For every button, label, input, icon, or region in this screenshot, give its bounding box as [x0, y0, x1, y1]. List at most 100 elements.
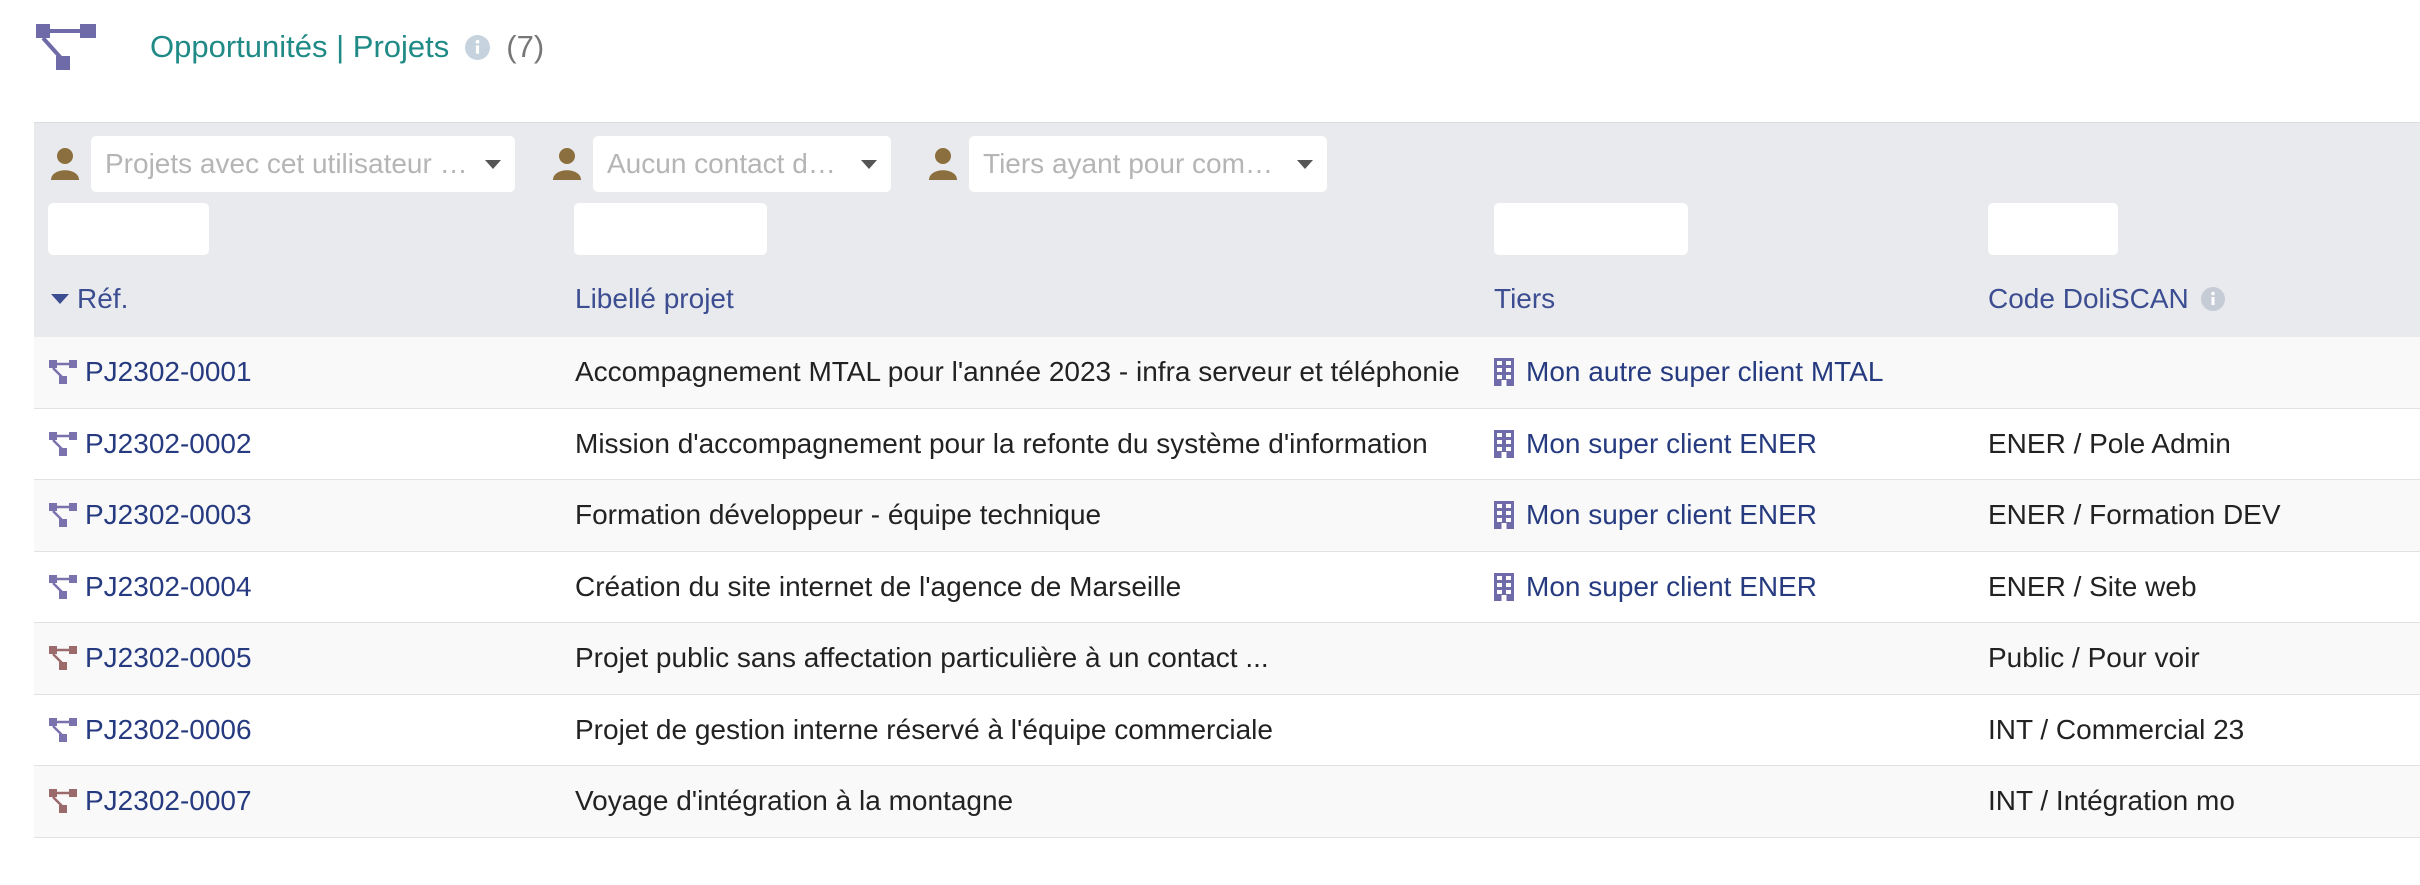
thirdparty-link[interactable]: Mon super client ENER	[1526, 499, 1817, 531]
filter-panel: Projets avec cet utilisateur comme conta…	[34, 122, 2420, 337]
column-header-code[interactable]: Code DoliSCAN	[1988, 271, 2225, 327]
code-search-input[interactable]	[1988, 203, 2118, 255]
project-ref-link[interactable]: PJ2302-0005	[85, 642, 252, 674]
thirdparty-cell: Mon autre super client MTAL	[1494, 337, 1974, 407]
project-contact-select[interactable]: Aucun contact de projet	[593, 136, 891, 192]
label-cell: Accompagnement MTAL pour l'année 2023 - …	[575, 337, 1485, 407]
thirdparty-cell: Mon super client ENER	[1494, 409, 1974, 479]
thirdparty-search-input[interactable]	[1494, 203, 1688, 255]
project-ref-link[interactable]: PJ2302-0001	[85, 356, 252, 388]
select-filters: Projets avec cet utilisateur comme conta…	[34, 136, 2420, 192]
thirdparty-filter: Tiers ayant pour commercial	[928, 136, 1327, 192]
ref-cell: PJ2302-0002	[48, 409, 558, 479]
sort-desc-icon	[51, 294, 69, 304]
ref-search-input[interactable]	[48, 203, 209, 255]
table-row: PJ2302-0003 Formation développeur - équi…	[34, 480, 2420, 552]
project-icon	[49, 503, 77, 527]
code-cell: INT / Intégration mo	[1988, 766, 2420, 836]
project-label: Projet public sans affectation particuli…	[575, 642, 1269, 673]
page-title[interactable]: Opportunités | Projets	[150, 29, 449, 65]
project-ref-link[interactable]: PJ2302-0004	[85, 571, 252, 603]
doliscan-code: ENER / Formation DEV	[1988, 499, 2281, 530]
label-search-input[interactable]	[574, 203, 767, 255]
ref-cell: PJ2302-0001	[48, 337, 558, 407]
column-header-ref[interactable]: Réf.	[51, 271, 128, 327]
code-cell	[1988, 337, 2420, 407]
thirdparty-link[interactable]: Mon super client ENER	[1526, 428, 1817, 460]
page-header: Opportunités | Projets (7)	[34, 22, 544, 72]
building-icon	[1494, 501, 1514, 529]
label-cell: Projet public sans affectation particuli…	[575, 623, 1485, 693]
ref-cell: PJ2302-0007	[48, 766, 558, 836]
project-icon	[49, 717, 77, 742]
user-icon	[51, 148, 79, 180]
doliscan-code: ENER / Pole Admin	[1988, 427, 2231, 459]
page: Opportunités | Projets (7) Projets avec …	[0, 0, 2420, 885]
project-ref-link[interactable]: PJ2302-0007	[85, 785, 252, 817]
table-row: PJ2302-0005 Projet public sans affectati…	[34, 623, 2420, 695]
label-cell: Création du site internet de l'agence de…	[575, 552, 1485, 622]
user-filter: Projets avec cet utilisateur comme conta…	[50, 136, 515, 192]
column-header-label[interactable]: Libellé projet	[575, 271, 734, 327]
sales-rep-select[interactable]: Tiers ayant pour commercial	[969, 136, 1327, 192]
project-ref-link[interactable]: PJ2302-0003	[85, 499, 252, 531]
projects-table: Projets avec cet utilisateur comme conta…	[34, 122, 2420, 838]
thirdparty-cell	[1494, 623, 1974, 693]
project-ref-link[interactable]: PJ2302-0006	[85, 714, 252, 746]
info-icon[interactable]	[2200, 287, 2225, 311]
project-label: Accompagnement MTAL pour l'année 2023 - …	[575, 356, 1460, 387]
thirdparty-link[interactable]: Mon autre super client MTAL	[1526, 356, 1883, 388]
doliscan-code: INT / Commercial 23	[1988, 713, 2245, 745]
doliscan-code: Public / Pour voir	[1988, 642, 2200, 673]
user-icon	[553, 148, 581, 180]
label-cell: Formation développeur - équipe technique	[575, 480, 1485, 550]
label-cell: Projet de gestion interne réservé à l'éq…	[575, 695, 1485, 765]
contact-filter: Aucun contact de projet	[552, 136, 891, 192]
project-icon	[49, 431, 77, 456]
project-tree-icon	[36, 24, 96, 70]
table-row: PJ2302-0001 Accompagnement MTAL pour l'a…	[34, 337, 2420, 409]
building-icon	[1494, 429, 1514, 458]
label-cell: Mission d'accompagnement pour la refonte…	[575, 409, 1485, 479]
project-ref-link[interactable]: PJ2302-0002	[85, 428, 252, 460]
info-icon[interactable]	[465, 34, 491, 60]
code-cell: ENER / Formation DEV	[1988, 480, 2420, 550]
table-body: PJ2302-0001 Accompagnement MTAL pour l'a…	[34, 337, 2420, 838]
chevron-down-icon	[1297, 159, 1313, 169]
ref-cell: PJ2302-0004	[48, 552, 558, 622]
project-label: Formation développeur - équipe technique	[575, 499, 1102, 530]
doliscan-code: ENER / Site web	[1988, 570, 2197, 602]
search-inputs	[34, 203, 2420, 255]
table-row: PJ2302-0002 Mission d'accompagnement pou…	[34, 408, 2420, 480]
table-row: PJ2302-0004 Création du site internet de…	[34, 551, 2420, 623]
code-cell: ENER / Site web	[1988, 552, 2420, 622]
thirdparty-cell: Mon super client ENER	[1494, 480, 1974, 550]
project-icon	[49, 574, 77, 599]
table-row: PJ2302-0006 Projet de gestion interne ré…	[34, 694, 2420, 766]
user-icon	[929, 148, 957, 180]
building-icon	[1494, 572, 1514, 601]
thirdparty-cell	[1494, 766, 1974, 836]
project-icon	[49, 646, 77, 670]
ref-cell: PJ2302-0005	[48, 623, 558, 693]
project-icon	[49, 789, 77, 813]
project-label: Création du site internet de l'agence de…	[575, 570, 1182, 602]
column-headers: Réf. Libellé projet Tiers Code DoliSCAN	[34, 271, 2420, 327]
chevron-down-icon	[485, 159, 501, 169]
project-label: Projet de gestion interne réservé à l'éq…	[575, 713, 1273, 745]
project-label: Mission d'accompagnement pour la refonte…	[575, 427, 1428, 459]
project-label: Voyage d'intégration à la montagne	[575, 785, 1014, 816]
code-cell: Public / Pour voir	[1988, 623, 2420, 693]
thirdparty-link[interactable]: Mon super client ENER	[1526, 571, 1817, 603]
doliscan-code: INT / Intégration mo	[1988, 785, 2235, 816]
building-icon	[1494, 358, 1514, 386]
column-header-thirdparty[interactable]: Tiers	[1494, 271, 1555, 327]
record-count: (7)	[506, 29, 545, 64]
table-row: PJ2302-0007 Voyage d'intégration à la mo…	[34, 766, 2420, 838]
thirdparty-cell	[1494, 695, 1974, 765]
ref-cell: PJ2302-0003	[48, 480, 558, 550]
chevron-down-icon	[861, 159, 877, 169]
code-cell: INT / Commercial 23	[1988, 695, 2420, 765]
code-cell: ENER / Pole Admin	[1988, 409, 2420, 479]
user-contact-select[interactable]: Projets avec cet utilisateur comme conta…	[91, 136, 515, 192]
